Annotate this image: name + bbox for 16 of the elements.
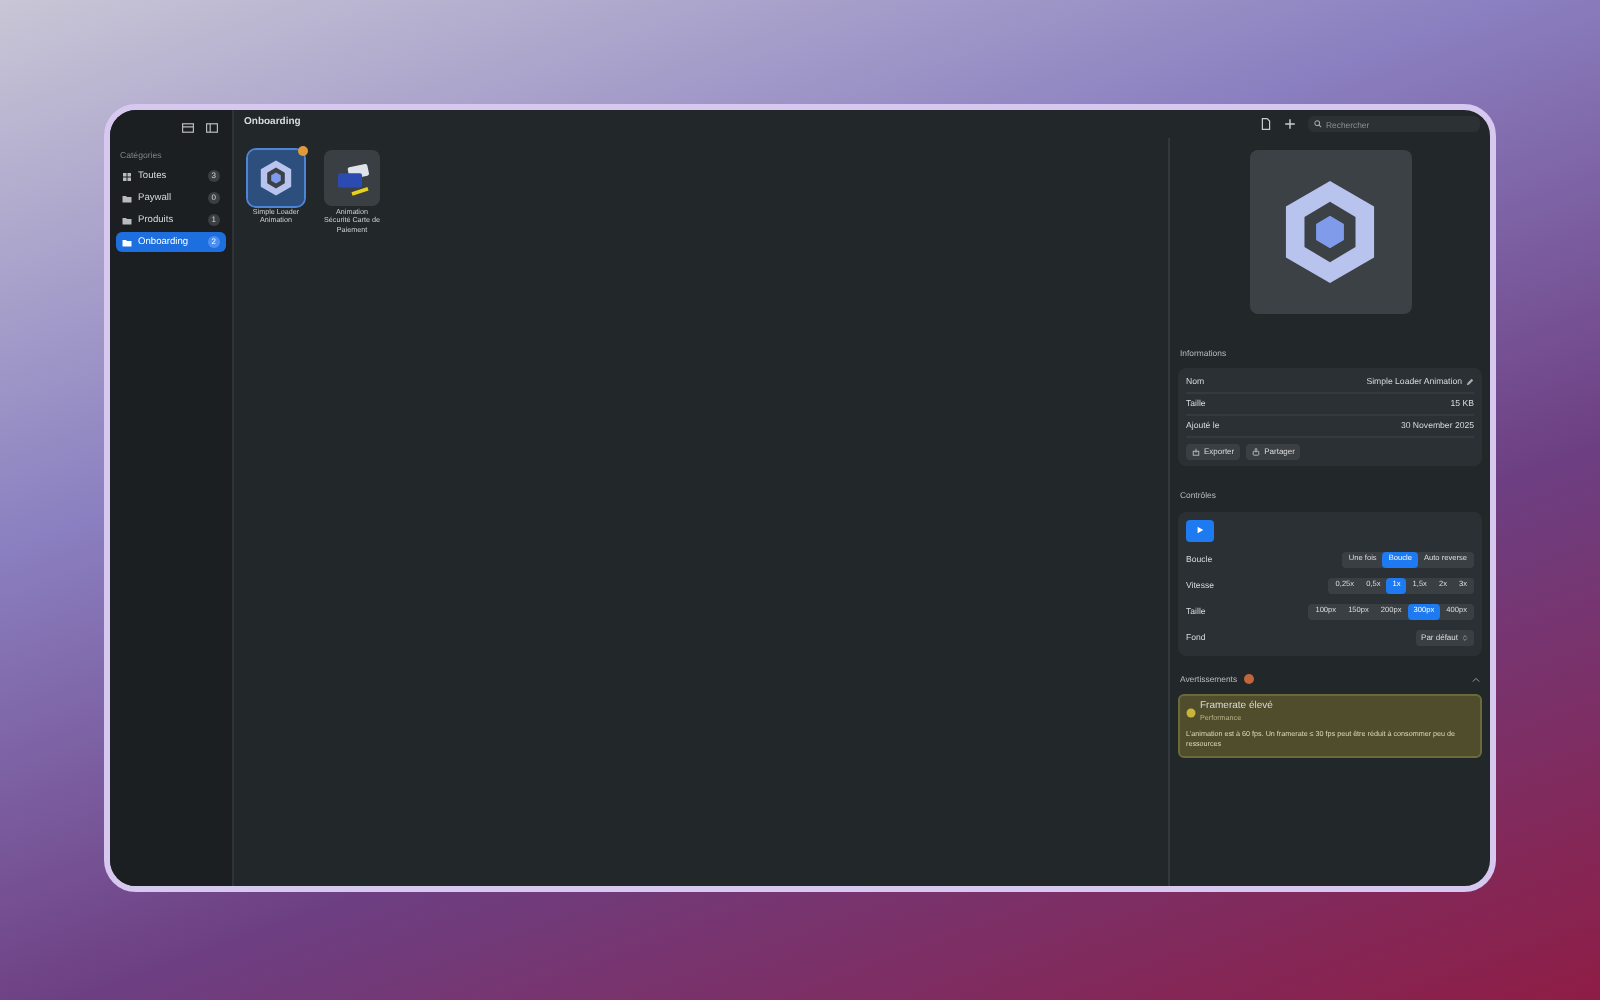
animation-thumbnail[interactable] (248, 150, 304, 206)
chevron-updown-icon (1462, 634, 1468, 643)
export-icon (1192, 448, 1200, 457)
warning-icon (1186, 707, 1196, 718)
sidebar-toggle-icon (206, 122, 218, 134)
document-icon (1260, 118, 1272, 130)
grid-icon (122, 171, 132, 182)
hexagon-logo-icon (256, 158, 296, 198)
animation-thumbnail[interactable] (324, 150, 380, 206)
share-icon (1252, 448, 1261, 457)
warning-dot (1243, 674, 1254, 685)
play-icon (1196, 526, 1204, 535)
plus-icon (1284, 118, 1296, 130)
payment-card-icon (332, 158, 372, 198)
play-button[interactable] (1186, 519, 1214, 542)
inbox-icon (182, 122, 194, 134)
